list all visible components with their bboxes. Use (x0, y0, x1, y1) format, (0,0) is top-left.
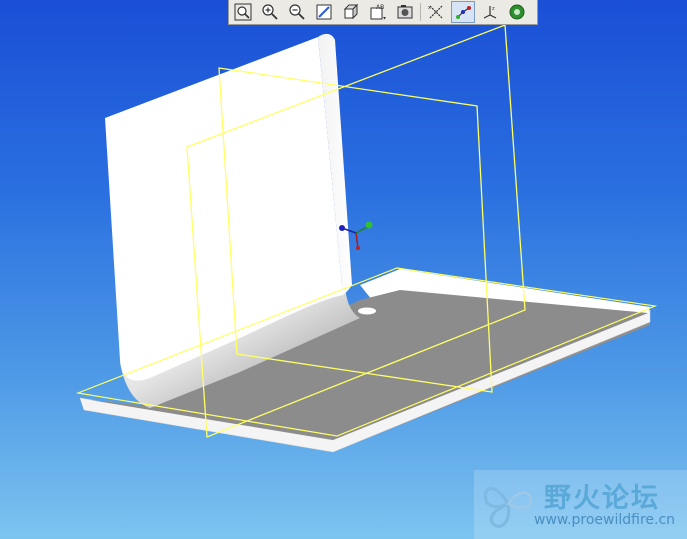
layers-icon[interactable] (393, 1, 417, 23)
watermark-url: www.proewildfire.cn (534, 512, 676, 528)
svg-text:AB: AB (376, 4, 384, 11)
watermark-title: 野火论坛 (544, 483, 660, 514)
repaint-icon[interactable] (312, 1, 336, 23)
svg-text:z: z (492, 6, 495, 12)
notch-cutout[interactable] (358, 307, 376, 315)
svg-text:x: x (428, 5, 431, 11)
zoom-fit-icon[interactable] (231, 1, 255, 23)
zoom-out-icon[interactable] (285, 1, 309, 23)
datum-planes-icon[interactable]: x (424, 1, 448, 23)
view-orient-icon[interactable] (339, 1, 363, 23)
appearance-icon[interactable] (505, 1, 529, 23)
model-scene[interactable] (0, 0, 687, 539)
view-toolbar: AB x z (228, 0, 538, 25)
butterfly-logo-icon (483, 487, 532, 528)
datum-axes-icon[interactable] (451, 1, 475, 23)
zoom-in-icon[interactable] (258, 1, 282, 23)
datum-csys-icon[interactable]: z (478, 1, 502, 23)
saved-views-icon[interactable]: AB (366, 1, 390, 23)
watermark: 野火论坛 www.proewildfire.cn (474, 470, 687, 539)
graphics-window[interactable]: AB x z 野火论坛 www.proewildfire.cn (0, 0, 687, 539)
toolbar-separator (420, 3, 421, 21)
